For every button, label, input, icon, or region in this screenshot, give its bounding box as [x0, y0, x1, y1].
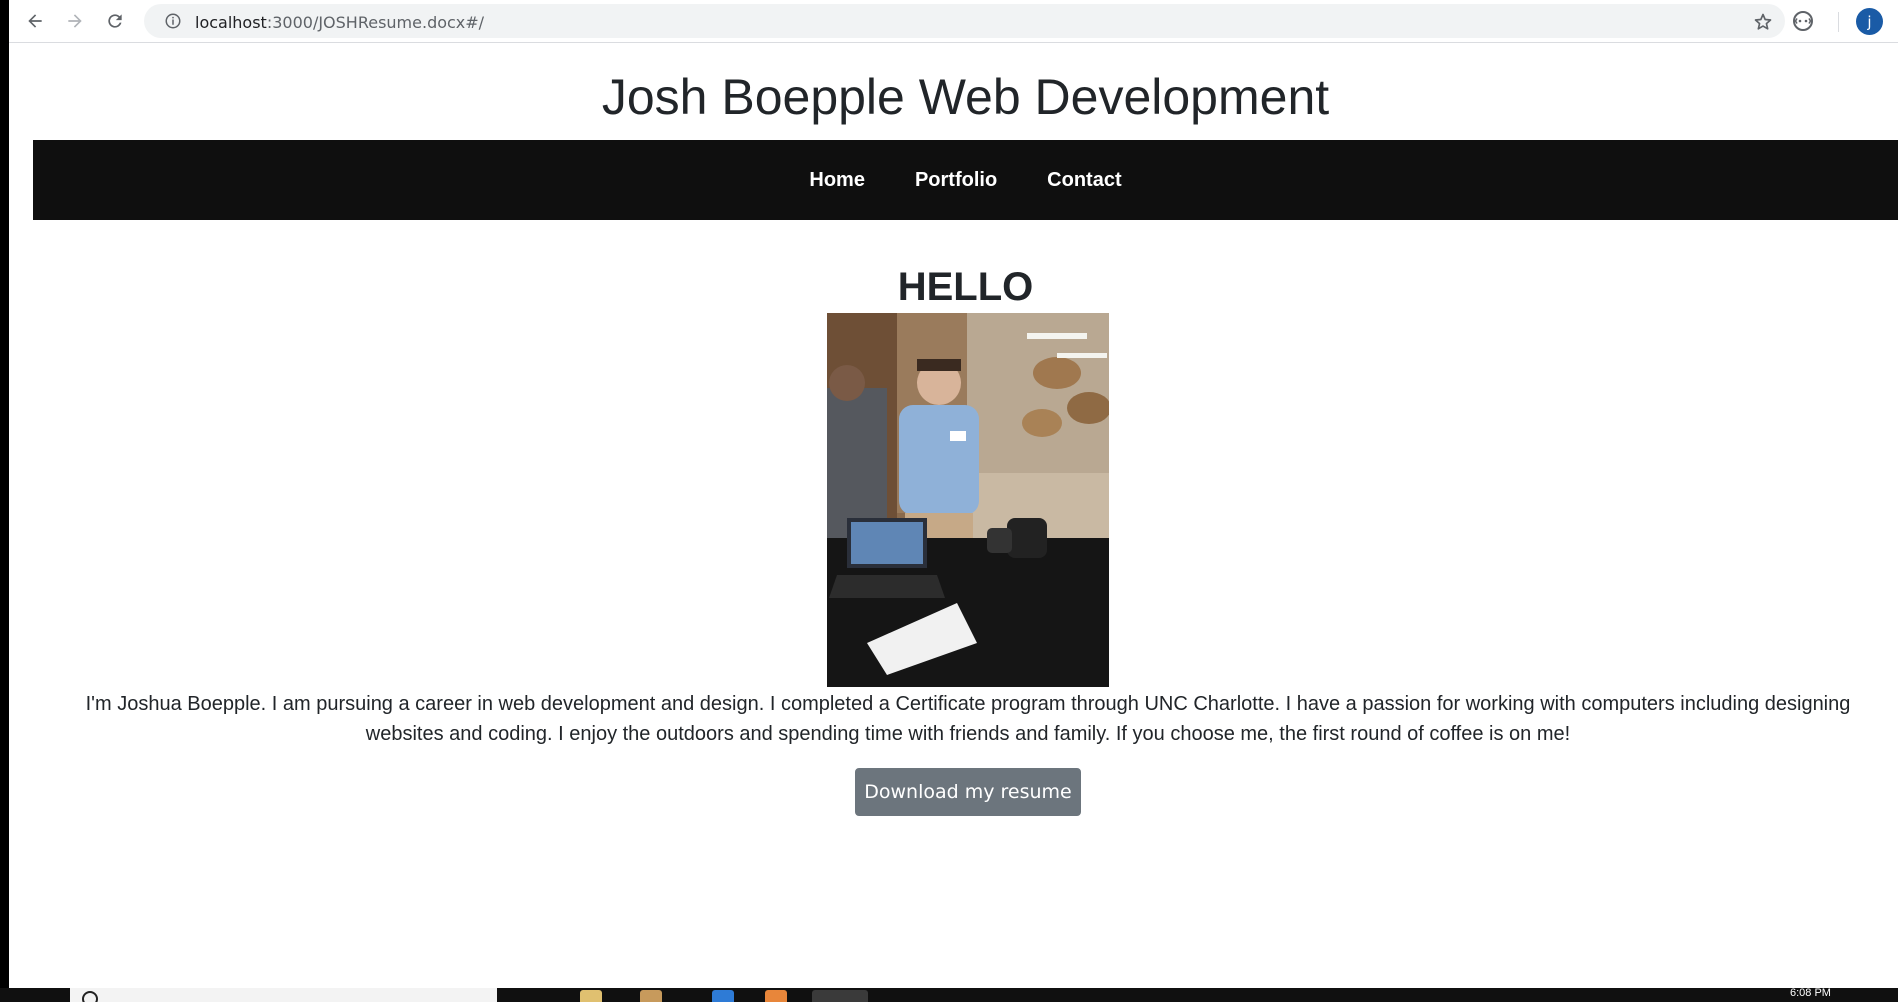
taskbar-app-icon[interactable]: [712, 990, 734, 1002]
profile-photo-graphic: [827, 313, 1109, 687]
star-icon[interactable]: [1753, 12, 1773, 32]
address-bar[interactable]: localhost:3000/JOSHResume.docx#/: [144, 4, 1785, 38]
search-icon: [82, 991, 98, 1002]
reload-button[interactable]: [103, 9, 127, 33]
os-taskbar: 6:08 PM: [0, 988, 1898, 1002]
nav-link-contact[interactable]: Contact: [1047, 169, 1121, 192]
url-text: localhost:3000/JOSHResume.docx#/: [195, 13, 484, 32]
file-explorer-icon[interactable]: [580, 990, 602, 1002]
profile-avatar[interactable]: j: [1856, 8, 1883, 35]
nav-link-home[interactable]: Home: [809, 169, 865, 192]
taskbar-app-icon[interactable]: [640, 990, 662, 1002]
url-path: :3000/JOSHResume.docx#/: [266, 13, 485, 32]
taskbar-clock[interactable]: 6:08 PM: [1790, 988, 1831, 999]
reload-icon: [108, 14, 122, 28]
arrow-left-icon: [28, 14, 42, 28]
window-left-edge: [0, 0, 9, 988]
extension-icon[interactable]: [1791, 9, 1815, 33]
info-icon[interactable]: [164, 12, 182, 30]
taskbar-search-box[interactable]: [70, 988, 497, 1002]
taskbar-app-icon[interactable]: [765, 990, 787, 1002]
site-title: Josh Boepple Web Development: [601, 69, 1330, 125]
download-resume-button[interactable]: Download my resume: [855, 768, 1081, 816]
hello-heading: HELLO: [897, 265, 1034, 309]
toolbar-divider: [1838, 12, 1839, 32]
bio-paragraph: I'm Joshua Boepple. I am pursuing a care…: [85, 693, 1851, 745]
url-host: localhost: [195, 13, 267, 32]
nav-link-portfolio[interactable]: Portfolio: [915, 169, 997, 192]
profile-photo: [827, 313, 1109, 687]
main-navbar: Home Portfolio Contact: [33, 140, 1898, 220]
forward-button[interactable]: [63, 9, 87, 33]
arrow-right-icon: [68, 14, 82, 28]
taskbar-active-app[interactable]: [812, 990, 868, 1002]
browser-toolbar: localhost:3000/JOSHResume.docx#/ j: [9, 0, 1898, 43]
back-button[interactable]: [23, 9, 47, 33]
